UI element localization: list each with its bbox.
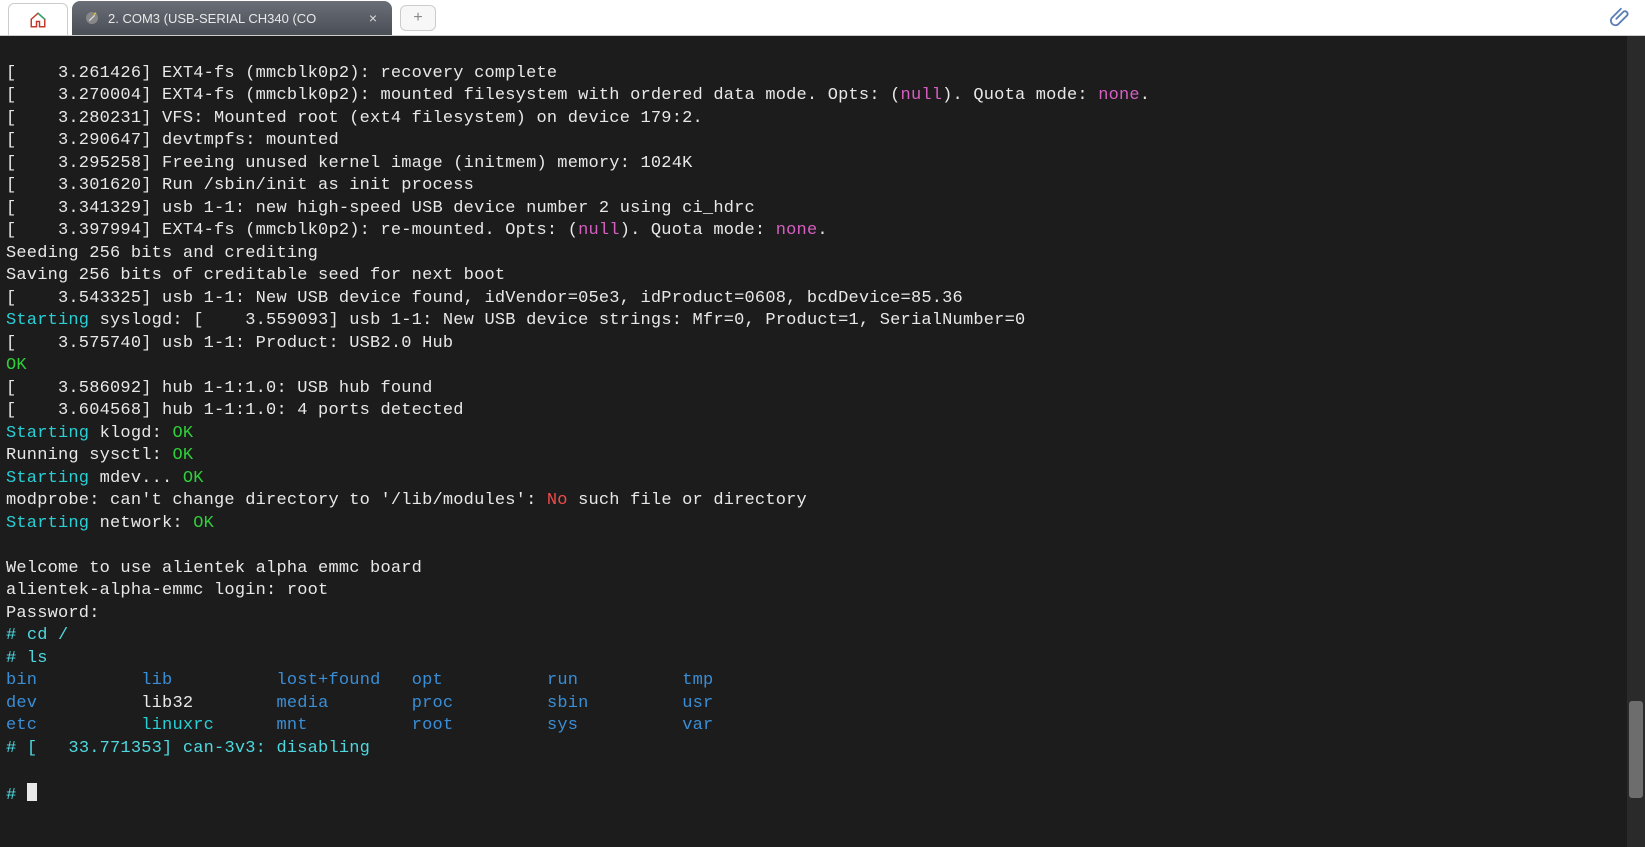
plus-icon: +	[413, 9, 422, 27]
ls-dir: media	[276, 694, 328, 713]
ls-dir: bin	[6, 671, 37, 690]
shell-prompt: #	[6, 626, 27, 645]
shell-command: ls	[27, 649, 48, 668]
boot-log-line: Saving 256 bits of creditable seed for n…	[6, 266, 505, 285]
ls-dir: mnt	[276, 716, 307, 735]
terminal-output[interactable]: [ 3.261426] EXT4-fs (mmcblk0p2): recover…	[0, 36, 1645, 847]
starting-label: Starting	[6, 514, 100, 533]
starting-label: Starting	[6, 424, 100, 443]
ls-file: lib32	[141, 694, 193, 713]
tab-close-button[interactable]: ×	[364, 9, 382, 27]
ok-status: OK	[172, 424, 193, 443]
boot-log-line: [ 3.270004] EXT4-fs (mmcblk0p2): mounted…	[6, 86, 901, 105]
ls-dir: run	[547, 671, 578, 690]
ls-dir: dev	[6, 694, 37, 713]
null-value: null	[578, 221, 620, 240]
ok-status: OK	[172, 446, 193, 465]
boot-log-line: [ 3.341329] usb 1-1: new high-speed USB …	[6, 199, 755, 218]
shell-prompt: #	[6, 739, 27, 758]
welcome-banner: Welcome to use alientek alpha emmc board	[6, 559, 422, 578]
login-prompt: alientek-alpha-emmc login: root	[6, 581, 328, 600]
ls-dir: sys	[547, 716, 578, 735]
ok-status: OK	[183, 469, 204, 488]
null-value: null	[901, 86, 943, 105]
ok-status: OK	[6, 356, 27, 375]
boot-log-line: [ 3.604568] hub 1-1:1.0: 4 ports detecte…	[6, 401, 464, 420]
boot-log-line: Seeding 256 bits and crediting	[6, 244, 318, 263]
kernel-message: [ 33.771353] can-3v3: disabling	[27, 739, 370, 758]
none-value: none	[1098, 86, 1140, 105]
terminal-scrollbar[interactable]	[1627, 36, 1645, 847]
shell-prompt: #	[6, 786, 27, 805]
ls-link: linuxrc	[141, 716, 214, 735]
ok-status: OK	[193, 514, 214, 533]
scrollbar-thumb[interactable]	[1629, 701, 1643, 798]
ls-dir: sbin	[547, 694, 589, 713]
error-word: No	[547, 491, 568, 510]
ls-dir: etc	[6, 716, 37, 735]
new-tab-button[interactable]: +	[400, 5, 436, 31]
none-value: none	[776, 221, 818, 240]
home-tab[interactable]	[8, 3, 68, 35]
ls-dir: usr	[682, 694, 713, 713]
ls-dir: tmp	[682, 671, 713, 690]
home-icon	[29, 11, 47, 29]
terminal-cursor	[27, 783, 37, 801]
boot-log-line: [ 3.397994] EXT4-fs (mmcblk0p2): re-moun…	[6, 221, 578, 240]
ls-dir: opt	[412, 671, 443, 690]
ls-dir: lib	[141, 671, 172, 690]
starting-label: Starting	[6, 311, 100, 330]
serial-port-icon	[84, 10, 100, 26]
shell-command: cd /	[27, 626, 69, 645]
tab-com3[interactable]: 2. COM3 (USB-SERIAL CH340 (CO ×	[72, 1, 392, 35]
boot-log-line: [ 3.301620] Run /sbin/init as init proce…	[6, 176, 474, 195]
boot-log-line: [ 3.295258] Freeing unused kernel image …	[6, 154, 693, 173]
password-prompt: Password:	[6, 604, 100, 623]
paperclip-icon[interactable]	[1609, 6, 1631, 28]
shell-prompt: #	[6, 649, 27, 668]
ls-dir: lost+found	[277, 671, 381, 690]
tab-bar: 2. COM3 (USB-SERIAL CH340 (CO × +	[0, 0, 1645, 36]
boot-log-line: [ 3.261426] EXT4-fs (mmcblk0p2): recover…	[6, 64, 557, 83]
tab-title: 2. COM3 (USB-SERIAL CH340 (CO	[108, 11, 356, 26]
boot-log-line: [ 3.543325] usb 1-1: New USB device foun…	[6, 289, 963, 308]
starting-label: Starting	[6, 469, 100, 488]
ls-dir: var	[682, 716, 713, 735]
ls-dir: proc	[412, 694, 454, 713]
ls-dir: root	[412, 716, 454, 735]
boot-log-line: [ 3.280231] VFS: Mounted root (ext4 file…	[6, 109, 703, 128]
boot-log-line: [ 3.586092] hub 1-1:1.0: USB hub found	[6, 379, 432, 398]
boot-log-line: [ 3.290647] devtmpfs: mounted	[6, 131, 339, 150]
boot-log-line: [ 3.575740] usb 1-1: Product: USB2.0 Hub	[6, 334, 453, 353]
